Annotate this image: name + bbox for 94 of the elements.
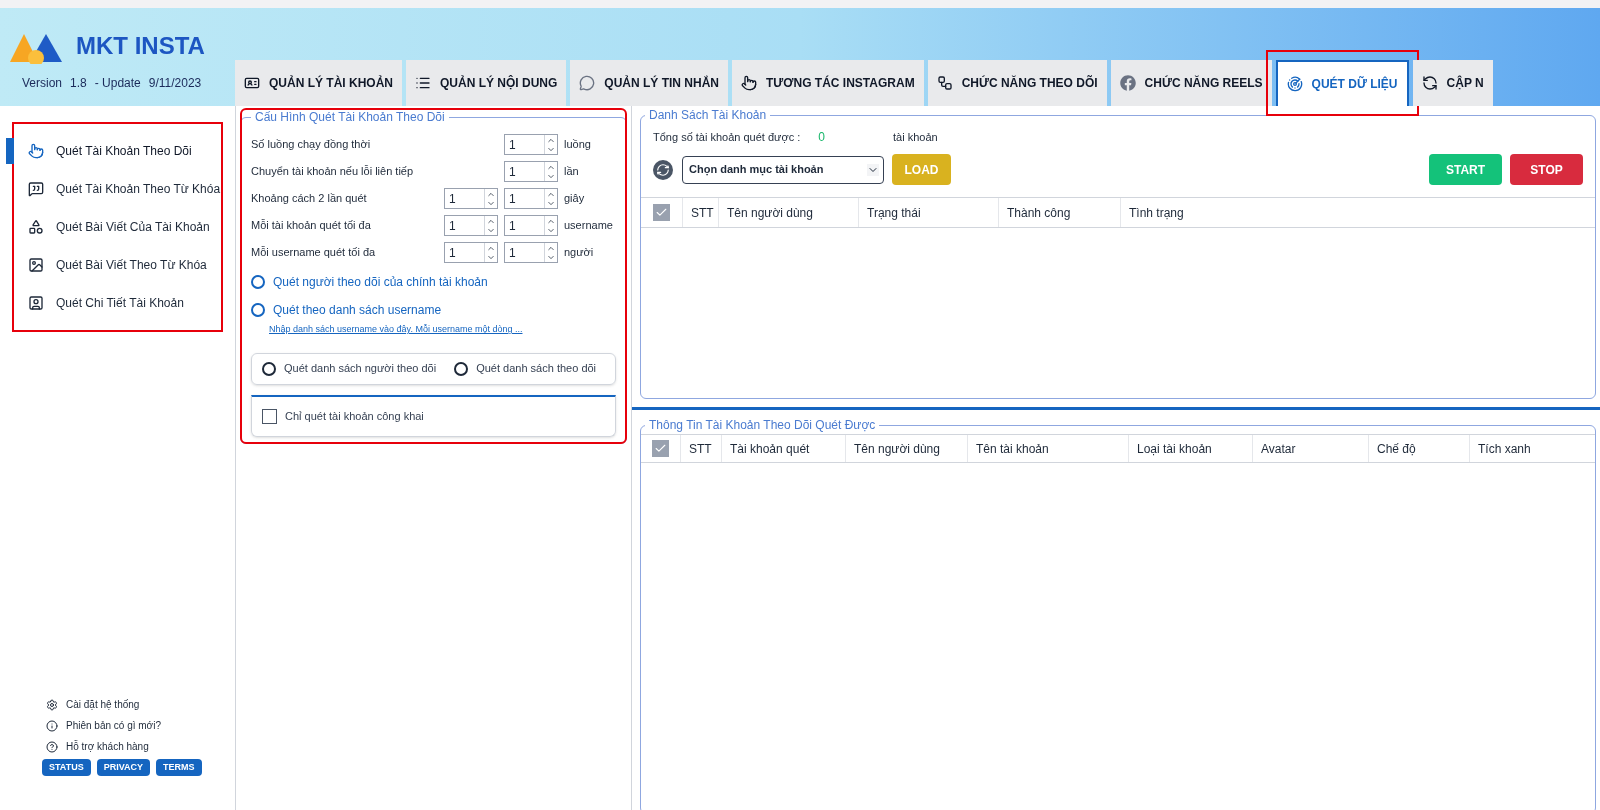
column-header: Tích xanh (1477, 440, 1532, 458)
info-icon (46, 719, 58, 732)
pointing-hand-icon (28, 143, 44, 159)
update-label: - Update (94, 75, 141, 92)
number-spinner[interactable]: 1 (504, 161, 558, 182)
column-header: Tình trạng (1128, 204, 1185, 222)
nav-tab[interactable]: TƯƠNG TÁC INSTAGRAM (732, 60, 924, 106)
number-spinner[interactable]: 1 (444, 188, 498, 209)
select-all-checkbox[interactable] (652, 440, 669, 457)
unit-label: username (563, 218, 614, 234)
id-card-icon (244, 75, 260, 91)
total-label: Tổng số tài khoản quét được : (653, 129, 801, 145)
stop-button[interactable]: STOP (1510, 154, 1583, 185)
number-spinner[interactable]: 1 (504, 242, 558, 263)
user-badge-icon (28, 295, 44, 311)
nav-tab[interactable]: QUẢN LÝ TIN NHẮN (570, 60, 728, 106)
sidebar-item[interactable]: Quét Chi Tiết Tài Khoản (14, 284, 221, 322)
unit-label: người (563, 245, 595, 261)
column-header: Thành công (999, 198, 1121, 227)
number-spinner[interactable]: 1 (444, 242, 498, 263)
sidebar-item[interactable]: Quét Tài Khoản Theo Từ Khóa (14, 170, 221, 208)
radar-icon (1286, 76, 1303, 92)
category-dropdown[interactable]: Chọn danh mục tài khoản (682, 155, 884, 184)
unit-label: giây (563, 191, 586, 207)
total-unit: tài khoản (892, 129, 938, 145)
nav-tab[interactable]: QUẢN LÝ NỘI DUNG (406, 60, 567, 106)
sidebar-item[interactable]: Quét Tài Khoản Theo Dõi (14, 132, 221, 170)
update-date: 9/11/2023 (148, 75, 202, 92)
checkbox-label: Chỉ quét tài khoản công khai (285, 408, 424, 424)
nav-tab[interactable]: CẬP N (1412, 60, 1493, 106)
nav-tab[interactable]: CHỨC NĂNG THEO DÕI (927, 60, 1107, 106)
radio-label: Quét theo danh sách username (273, 302, 442, 319)
radio-button[interactable] (262, 361, 276, 376)
column-header: Tài khoản quét (722, 435, 846, 462)
nav-tab[interactable]: CHỨC NĂNG REELS (1110, 60, 1272, 106)
help-icon (46, 740, 58, 753)
radio-label: Quét danh sách theo dõi (476, 361, 597, 377)
setting-label: Mỗi username quét tối đa (251, 245, 377, 261)
column-header: Loại tài khoản (1129, 435, 1253, 462)
image-icon (28, 257, 44, 273)
refresh-icon[interactable] (653, 159, 673, 180)
radio-button[interactable] (251, 303, 265, 317)
facebook-icon (1119, 75, 1136, 91)
footer-button[interactable]: TERMS (156, 759, 202, 776)
total-count: 0 (818, 129, 825, 146)
settings-icon (46, 698, 58, 711)
unit-label: lần (563, 164, 580, 180)
config-panel-title: Cấu Hình Quét Tài Khoản Theo Dõi (254, 109, 446, 126)
footer-button[interactable]: PRIVACY (96, 759, 150, 776)
column-header: STT (683, 198, 719, 227)
check-icon (654, 442, 667, 455)
column-header: Chế độ (1369, 435, 1470, 462)
footer-link[interactable]: Hỗ trợ khách hàng (46, 739, 235, 754)
list-icon (415, 75, 431, 91)
number-spinner[interactable]: 1 (504, 215, 558, 236)
sidebar-item[interactable]: Quét Bài Viết Theo Từ Khóa (14, 246, 221, 284)
sidebar-item[interactable]: Quét Bài Viết Của Tài Khoản (14, 208, 221, 246)
column-header: Avatar (1253, 435, 1369, 462)
column-header: Tên tài khoản (968, 435, 1129, 462)
app-logo-text: MKT INSTA (76, 31, 205, 61)
refresh-icon (1421, 75, 1438, 91)
results-title: Thông Tin Tài Khoản Theo Dõi Quét Được (648, 417, 877, 434)
nav-tab[interactable]: QUẢN LÝ TÀI KHOẢN (235, 60, 402, 106)
radio-label: Quét người theo dõi của chính tài khoản (273, 274, 488, 291)
footer-link[interactable]: Phiên bản có gì mới? (46, 718, 235, 733)
unit-label: luồng (563, 137, 592, 153)
column-header: Tên người dùng (719, 198, 859, 227)
version-label: Version (22, 75, 63, 92)
username-list-link[interactable]: Nhập danh sách username vào đây. Mỗi username một dòng ... (269, 323, 616, 337)
footer-link[interactable]: Cài đặt hệ thống (46, 697, 235, 712)
number-spinner[interactable]: 1 (504, 188, 558, 209)
column-header: Trạng thái (859, 198, 999, 227)
number-spinner[interactable]: 1 (504, 134, 558, 155)
number-spinner[interactable]: 1 (444, 215, 498, 236)
radio-label: Quét danh sách người theo dõi (284, 361, 437, 377)
setting-label: Mỗi tài khoản quét tối đa (251, 218, 372, 234)
pointing-hand-icon (741, 75, 757, 91)
setting-label: Khoảng cách 2 lần quét (251, 191, 368, 207)
check-icon (655, 206, 668, 219)
version-number: 1.8 (70, 75, 87, 92)
setting-label: Chuyển tài khoản nếu lỗi liên tiếp (251, 164, 415, 180)
shapes-icon (28, 219, 44, 235)
setting-label: Số luồng chạy đồng thời (251, 137, 372, 153)
footer-button[interactable]: STATUS (42, 759, 91, 776)
radio-button[interactable] (251, 275, 265, 289)
chat-bubble-icon (579, 75, 596, 91)
select-all-checkbox[interactable] (653, 204, 670, 221)
account-list-title: Danh Sách Tài Khoản (648, 107, 768, 124)
column-header: Tên người dùng (846, 435, 968, 462)
column-header: STT (681, 435, 722, 462)
checkbox[interactable] (262, 408, 277, 424)
radio-button[interactable] (454, 361, 469, 376)
quote-bubble-icon (28, 181, 44, 197)
nodes-icon (936, 75, 953, 91)
